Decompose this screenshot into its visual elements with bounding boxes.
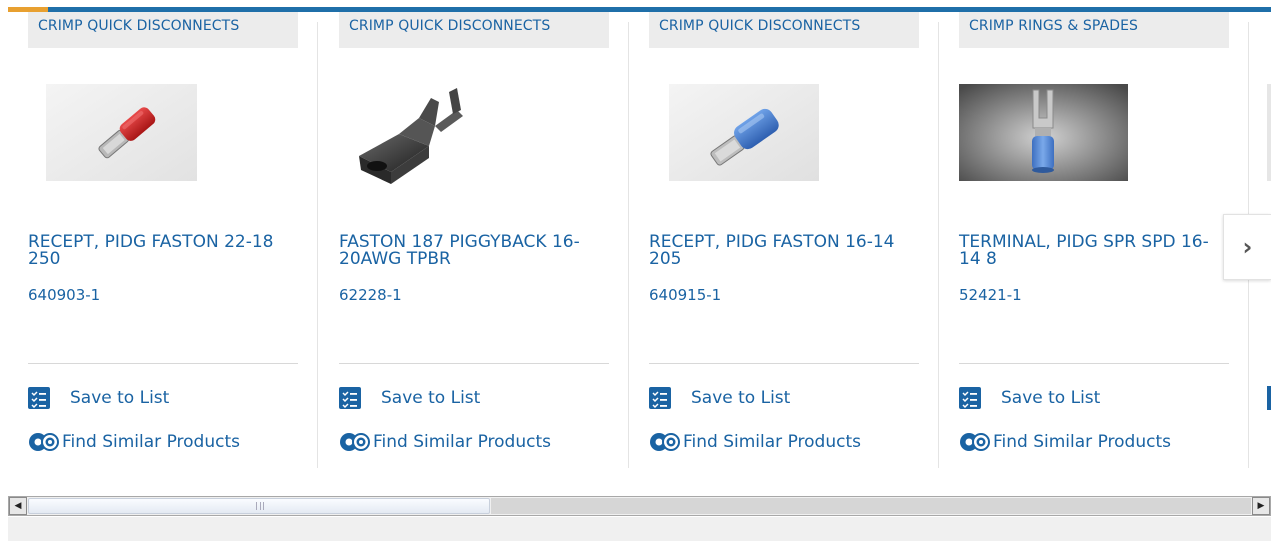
product-card: CRIMP QUICK DISCONNECTS RECEPT, PIDG FAS… (8, 12, 318, 468)
find-similar-products-button[interactable]: Find Similar Products (649, 430, 861, 454)
find-similar-products-button[interactable]: Find Similar Products (959, 430, 1171, 454)
category-label[interactable]: CRIMP QUICK DISCONNECTS (28, 12, 298, 48)
part-number[interactable]: 640915-1 (649, 286, 721, 304)
find-similar-label: Find Similar Products (373, 432, 551, 452)
find-similar-label: Find Similar Products (683, 432, 861, 452)
product-carousel: CRIMP QUICK DISCONNECTS RECEPT, PIDG FAS… (8, 12, 1271, 484)
product-image[interactable] (46, 84, 197, 181)
product-title-link[interactable]: TERMINAL, PIDG SPR SPD 16-14 8 (959, 234, 1229, 268)
scroll-right-arrow[interactable]: ▶ (1252, 497, 1270, 515)
part-number[interactable]: 640903-1 (28, 286, 100, 304)
divider-line (339, 363, 609, 364)
gears-icon (649, 430, 683, 454)
gears-icon (339, 430, 373, 454)
save-to-list-label: Save to List (381, 388, 481, 408)
checklist-icon (339, 386, 373, 410)
product-card: CRIMP QUICK DISCONNECTS RECEPT, PIDG FAS… (629, 12, 939, 468)
gears-icon (28, 430, 62, 454)
save-to-list-label: Save to List (691, 388, 791, 408)
product-title-link[interactable]: FASTON 187 PIGGYBACK 16-20AWG TPBR (339, 234, 609, 268)
divider-line (959, 363, 1229, 364)
product-title-link[interactable]: RECEPT, PIDG FASTON 16-14 205 (649, 234, 919, 268)
save-to-list-button[interactable]: Save to List (649, 386, 790, 410)
window-bottom-area (8, 517, 1271, 541)
card-divider (317, 22, 318, 468)
product-image[interactable] (339, 84, 484, 194)
checklist-icon (1267, 386, 1271, 410)
product-title-link[interactable]: RECEPT, PIDG FASTON 22-18 250 (28, 234, 298, 268)
checklist-icon (649, 386, 683, 410)
save-to-list-button[interactable]: Save to List (28, 386, 169, 410)
chevron-right-icon: › (1242, 233, 1253, 261)
blue-spade-terminal-image (959, 84, 1128, 181)
scrollbar-grip (256, 502, 264, 510)
save-to-list-label: Save to List (70, 388, 170, 408)
blue-insulated-receptacle-image (669, 84, 819, 181)
checklist-icon (959, 386, 993, 410)
divider-line (649, 363, 919, 364)
category-label[interactable]: CRIMP RINGS & SPADES (959, 12, 1229, 48)
save-to-list-button[interactable]: Save to List (339, 386, 480, 410)
product-image[interactable] (959, 84, 1128, 181)
save-to-list-label: Save to List (1001, 388, 1101, 408)
scrollbar-track[interactable] (491, 498, 1251, 514)
red-insulated-receptacle-image (46, 84, 197, 181)
part-number[interactable]: 52421-1 (959, 286, 1022, 304)
product-image[interactable] (1267, 84, 1271, 181)
product-image[interactable] (669, 84, 819, 181)
horizontal-scrollbar[interactable]: ◀ ▶ (8, 496, 1271, 516)
product-card: CRIMP QUICK DISCONNECTS FASTON 187 PIGGY… (319, 12, 629, 468)
product-card: CRIMP RINGS & SPADES TERMINAL, PIDG SPR … (939, 12, 1249, 468)
scroll-left-arrow[interactable]: ◀ (9, 497, 27, 515)
part-number[interactable]: 62228-1 (339, 286, 402, 304)
save-to-list-button[interactable]: Save to List (959, 386, 1100, 410)
category-label[interactable]: CRIMP QUICK DISCONNECTS (339, 12, 609, 48)
divider-line (28, 363, 298, 364)
find-similar-products-button[interactable]: Find Similar Products (28, 430, 240, 454)
gears-icon (959, 430, 993, 454)
find-similar-label: Find Similar Products (62, 432, 240, 452)
carousel-next-button[interactable]: › (1223, 214, 1271, 280)
checklist-icon (28, 386, 62, 410)
scrollbar-thumb[interactable] (28, 498, 490, 514)
find-similar-label: Find Similar Products (993, 432, 1171, 452)
category-label[interactable]: CRIMP QUICK DISCONNECTS (649, 12, 919, 48)
find-similar-products-button[interactable]: Find Similar Products (339, 430, 551, 454)
piggyback-terminal-image (339, 84, 484, 194)
